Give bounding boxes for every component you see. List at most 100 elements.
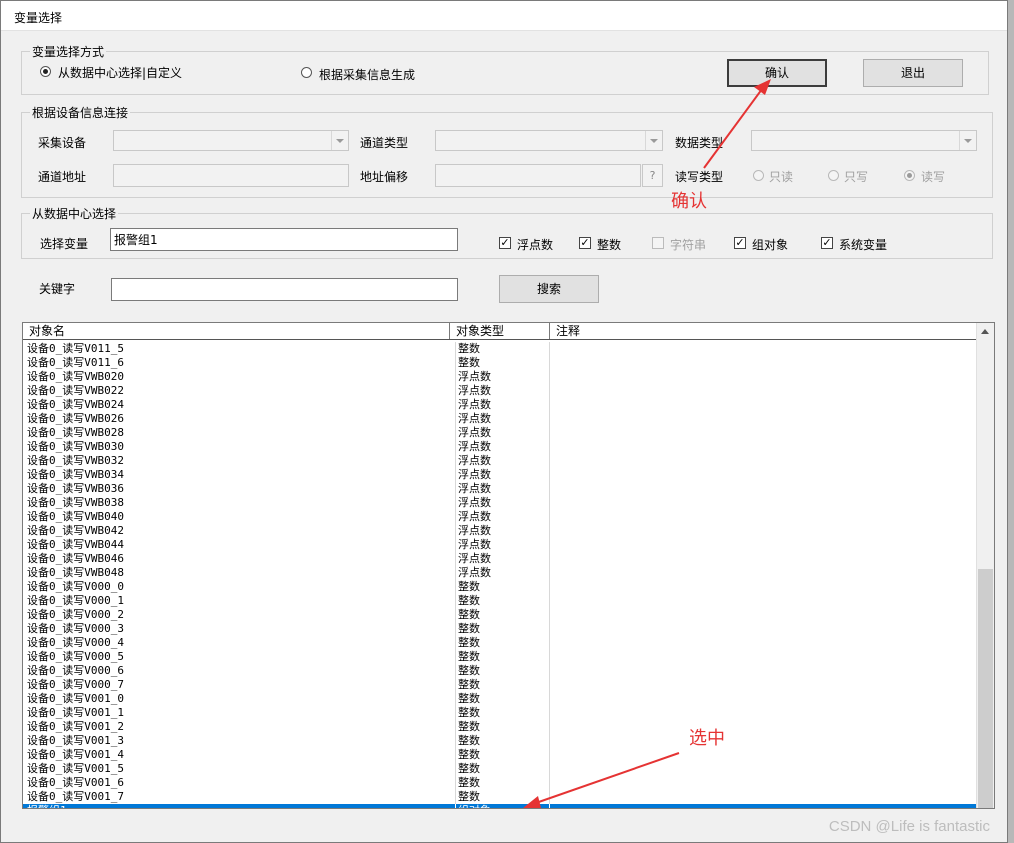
list-item[interactable]: 设备0_读写VWB028 浮点数 [23, 426, 977, 440]
list-item[interactable]: 设备0_读写V001_7 整数 [23, 790, 977, 804]
cell-object-type: 整数 [455, 608, 549, 622]
filter-float-checkbox[interactable]: ✓ [499, 237, 511, 249]
cell-object-type: 浮点数 [455, 412, 549, 426]
list-item[interactable]: 设备0_读写V000_2 整数 [23, 608, 977, 622]
cell-note [549, 398, 977, 412]
cell-note [549, 566, 977, 580]
list-item[interactable]: 设备0_读写V001_0 整数 [23, 692, 977, 706]
cell-note [549, 650, 977, 664]
list-item[interactable]: 设备0_读写VWB048 浮点数 [23, 566, 977, 580]
cell-note [549, 776, 977, 790]
list-item[interactable]: 设备0_读写V001_3 整数 [23, 734, 977, 748]
list-item[interactable]: 设备0_读写VWB038 浮点数 [23, 496, 977, 510]
cell-object-name: 设备0_读写VWB044 [27, 538, 124, 551]
list-item[interactable]: 设备0_读写VWB026 浮点数 [23, 412, 977, 426]
list-item[interactable]: 设备0_读写V001_6 整数 [23, 776, 977, 790]
cell-note [549, 790, 977, 804]
cell-object-type: 整数 [455, 580, 549, 594]
list-item[interactable]: 设备0_读写VWB020 浮点数 [23, 370, 977, 384]
column-header-name[interactable]: 对象名 [23, 323, 450, 339]
list-item[interactable]: 设备0_读写V000_1 整数 [23, 594, 977, 608]
cell-object-type: 组对象 [455, 804, 549, 808]
cell-object-name: 设备0_读写V000_3 [27, 622, 124, 635]
offset-help-button[interactable]: ? [642, 164, 663, 187]
radio-read-only[interactable] [753, 170, 764, 181]
cell-object-name: 设备0_读写V000_2 [27, 608, 124, 621]
list-item[interactable]: 设备0_读写VWB036 浮点数 [23, 482, 977, 496]
list-item[interactable]: 设备0_读写VWB034 浮点数 [23, 468, 977, 482]
cell-object-type: 整数 [455, 720, 549, 734]
cell-object-name: 设备0_读写V001_4 [27, 748, 124, 761]
list-rows: 设备0_读写V011_5 整数 设备0_读写V011_6 整数 设备0_读写VWB020… [23, 342, 977, 808]
confirm-button[interactable]: 确认 [727, 59, 827, 87]
exit-button[interactable]: 退出 [863, 59, 963, 87]
radio-collect[interactable] [301, 67, 312, 78]
filter-integer-checkbox[interactable]: ✓ [579, 237, 591, 249]
cell-object-type: 整数 [455, 734, 549, 748]
filter-integer-label: 整数 [597, 238, 622, 252]
cell-object-type: 整数 [455, 706, 549, 720]
channel-address-field[interactable] [113, 164, 349, 187]
list-item[interactable]: 设备0_读写V000_4 整数 [23, 636, 977, 650]
cell-object-type: 浮点数 [455, 524, 549, 538]
filter-group-checkbox[interactable]: ✓ [734, 237, 746, 249]
radio-write-only[interactable] [828, 170, 839, 181]
vertical-scrollbar[interactable] [976, 323, 994, 808]
list-item[interactable]: 设备0_读写V001_1 整数 [23, 706, 977, 720]
list-item[interactable]: 设备0_读写V000_6 整数 [23, 664, 977, 678]
list-item[interactable]: 设备0_读写VWB022 浮点数 [23, 384, 977, 398]
list-item[interactable]: 设备0_读写V001_5 整数 [23, 762, 977, 776]
list-item[interactable]: 设备0_读写VWB030 浮点数 [23, 440, 977, 454]
select-variable-field[interactable] [110, 228, 458, 251]
collect-device-label: 采集设备 [38, 136, 87, 150]
list-item[interactable]: 设备0_读写V000_7 整数 [23, 678, 977, 692]
list-item[interactable]: 设备0_读写VWB046 浮点数 [23, 552, 977, 566]
list-item[interactable]: 设备0_读写V000_5 整数 [23, 650, 977, 664]
cell-object-name: 设备0_读写V001_6 [27, 776, 124, 789]
cell-object-name: 设备0_读写V000_0 [27, 580, 124, 593]
cell-object-name: 设备0_读写VWB048 [27, 566, 124, 579]
scroll-up-icon[interactable] [977, 323, 994, 340]
cell-note [549, 342, 977, 356]
list-item[interactable]: 设备0_读写VWB042 浮点数 [23, 524, 977, 538]
column-header-note[interactable]: 注释 [550, 323, 977, 339]
filter-string-checkbox[interactable] [652, 237, 664, 249]
data-type-combo[interactable] [751, 130, 977, 151]
list-item[interactable]: 设备0_读写VWB032 浮点数 [23, 454, 977, 468]
cell-object-type: 整数 [455, 762, 549, 776]
cell-object-type: 浮点数 [455, 426, 549, 440]
keyword-input[interactable] [112, 279, 457, 300]
filter-system-checkbox[interactable]: ✓ [821, 237, 833, 249]
list-item[interactable]: 设备0_读写V001_2 整数 [23, 720, 977, 734]
cell-object-name: 设备0_读写V011_5 [27, 342, 124, 355]
cell-object-type: 浮点数 [455, 454, 549, 468]
cell-object-type: 浮点数 [455, 552, 549, 566]
cell-note [549, 552, 977, 566]
list-item[interactable]: 设备0_读写VWB024 浮点数 [23, 398, 977, 412]
select-variable-input[interactable] [111, 229, 457, 250]
list-header: 对象名 对象类型 注释 [23, 323, 977, 340]
list-item[interactable]: 设备0_读写V000_3 整数 [23, 622, 977, 636]
list-item[interactable]: 设备0_读写VWB044 浮点数 [23, 538, 977, 552]
list-item[interactable]: 设备0_读写V011_6 整数 [23, 356, 977, 370]
list-item[interactable]: 设备0_读写VWB040 浮点数 [23, 510, 977, 524]
list-item[interactable]: 设备0_读写V011_5 整数 [23, 342, 977, 356]
cell-object-type: 整数 [455, 776, 549, 790]
list-item[interactable]: 设备0_读写V001_4 整数 [23, 748, 977, 762]
scroll-thumb[interactable] [978, 569, 993, 808]
column-header-type[interactable]: 对象类型 [450, 323, 550, 339]
cell-note [549, 440, 977, 454]
cell-object-name: 设备0_读写VWB038 [27, 496, 124, 509]
search-button[interactable]: 搜索 [499, 275, 599, 303]
list-item-selected[interactable]: 报警组1 组对象 [23, 804, 977, 808]
address-offset-field[interactable] [435, 164, 641, 187]
radio-read-write[interactable] [904, 170, 915, 181]
list-item[interactable]: 设备0_读写V000_0 整数 [23, 580, 977, 594]
keyword-field[interactable] [111, 278, 458, 301]
channel-type-combo[interactable] [435, 130, 663, 151]
radio-datacenter[interactable] [40, 66, 51, 77]
collect-device-combo[interactable] [113, 130, 349, 151]
cell-object-type: 整数 [455, 342, 549, 356]
cell-note [549, 608, 977, 622]
cell-object-type: 浮点数 [455, 482, 549, 496]
